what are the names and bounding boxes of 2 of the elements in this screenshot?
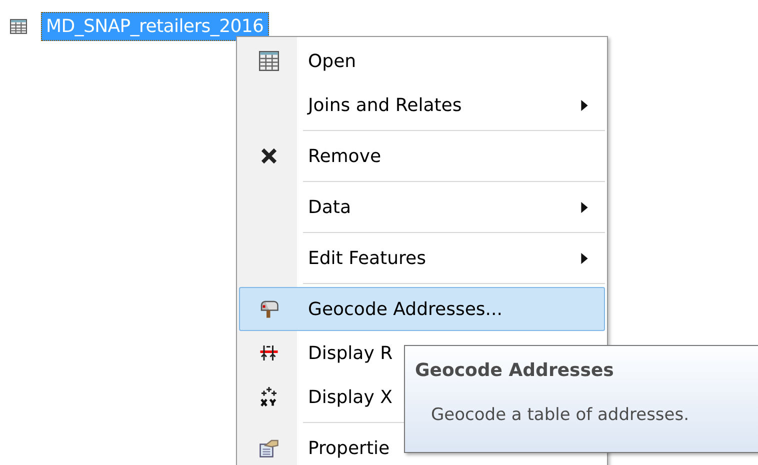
tooltip-title: Geocode Addresses xyxy=(415,360,615,381)
tooltip-text: Geocode a table of addresses. xyxy=(431,405,690,425)
